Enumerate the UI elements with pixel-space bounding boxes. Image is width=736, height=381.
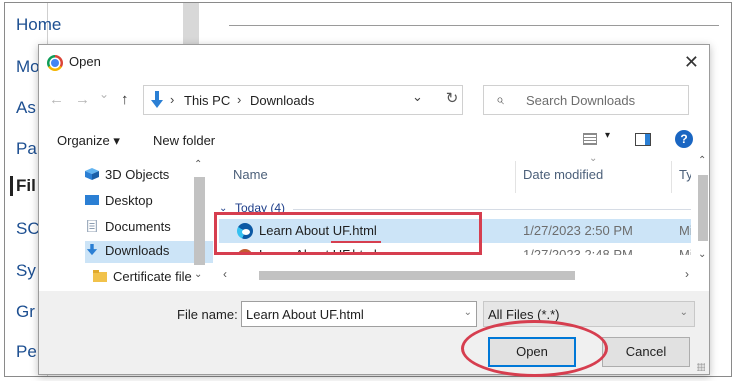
background-divider xyxy=(229,25,719,26)
forward-arrow-icon[interactable]: → xyxy=(75,91,90,108)
sidebar-item-label: 3D Objects xyxy=(105,167,170,182)
column-divider[interactable] xyxy=(671,161,672,193)
scroll-left-icon[interactable]: ‹ xyxy=(223,267,227,281)
dialog-footer: File name: Learn About UF.html ⌄ All Fil… xyxy=(39,291,709,374)
address-row: ← → ⌄ ↑ › This PC › Downloads ⌄ ↻ ⌕ Sear… xyxy=(39,83,709,117)
file-name-label: File name: xyxy=(177,307,238,322)
chevron-down-icon[interactable]: ⌄ xyxy=(680,307,688,318)
dialog-title: Open xyxy=(69,54,101,69)
address-bar[interactable]: › This PC › Downloads ⌄ xyxy=(143,85,463,115)
dialog-toolbar: Organize ▾ New folder ▾ ? xyxy=(39,127,709,155)
chevron-down-icon[interactable]: ⌄ xyxy=(464,307,472,318)
group-divider xyxy=(293,209,691,210)
change-view-icon[interactable] xyxy=(583,133,597,145)
breadcrumb-separator: › xyxy=(237,92,242,107)
bg-nav-item[interactable]: Pe xyxy=(16,342,40,362)
new-folder-button[interactable]: New folder xyxy=(153,133,215,148)
file-type: Mi xyxy=(679,247,691,255)
scroll-up-icon[interactable]: ⌃ xyxy=(194,159,202,170)
downloads-arrow-icon xyxy=(151,91,163,108)
file-date-modified: 1/27/2023 2:48 PM xyxy=(523,247,633,255)
resize-grip-icon[interactable] xyxy=(697,363,705,371)
view-options-chevron-icon[interactable]: ▾ xyxy=(605,130,610,141)
up-arrow-icon[interactable]: ↑ xyxy=(121,91,129,108)
bg-nav-item[interactable]: Gr xyxy=(16,302,40,322)
column-header-date-modified[interactable]: Date modified xyxy=(523,167,603,182)
bg-nav-item[interactable]: SC xyxy=(16,219,40,239)
close-icon[interactable]: ✕ xyxy=(684,52,699,73)
file-name-value: Learn About UF.html xyxy=(246,307,364,322)
sidebar-item-label: Certificate file xyxy=(113,269,192,284)
file-list-vertical-scrollbar[interactable]: ⌃ ⌄ xyxy=(695,153,710,267)
search-box[interactable]: ⌕ Search Downloads xyxy=(483,85,689,115)
bg-nav-home[interactable]: Home xyxy=(16,15,96,35)
scroll-up-icon[interactable]: ⌃ xyxy=(698,155,706,166)
scroll-down-icon[interactable]: ⌄ xyxy=(698,249,706,260)
column-divider[interactable] xyxy=(515,161,516,193)
documents-icon xyxy=(87,220,97,232)
organize-button[interactable]: Organize ▾ xyxy=(57,133,120,149)
breadcrumb-downloads[interactable]: Downloads xyxy=(250,93,314,108)
bg-nav-item[interactable]: Mo xyxy=(16,57,40,77)
sidebar-item-label: Documents xyxy=(105,219,171,234)
file-name-input[interactable]: Learn About UF.html ⌄ xyxy=(241,301,477,327)
back-arrow-icon[interactable]: ← xyxy=(49,91,64,108)
annotation-highlight-rectangle xyxy=(214,212,482,255)
annotation-underline xyxy=(331,241,381,243)
folder-icon xyxy=(93,270,107,282)
column-header-type[interactable]: Ty xyxy=(679,167,691,182)
scrollbar-thumb[interactable] xyxy=(698,175,708,241)
chrome-logo-icon xyxy=(47,55,63,71)
bg-nav-item-active[interactable]: Fil xyxy=(10,176,40,196)
navigation-pane-scrollbar[interactable]: ⌃ ⌄ xyxy=(191,159,208,285)
dialog-titlebar: Open ✕ xyxy=(39,45,709,79)
bg-nav-item[interactable]: Sy xyxy=(16,261,40,281)
search-placeholder: Search Downloads xyxy=(526,93,636,108)
search-icon: ⌕ xyxy=(496,91,504,107)
file-list-horizontal-scrollbar[interactable]: ‹ › xyxy=(219,267,695,283)
recent-locations-icon[interactable]: ⌄ xyxy=(99,87,109,101)
address-dropdown-icon[interactable]: ⌄ xyxy=(412,89,423,105)
scrollbar-thumb[interactable] xyxy=(259,271,575,280)
refresh-icon[interactable]: ↻ xyxy=(437,85,467,115)
sort-indicator-icon: ⌄ xyxy=(589,153,598,164)
downloads-icon xyxy=(86,244,98,256)
scroll-right-icon[interactable]: › xyxy=(685,267,689,281)
column-header-name[interactable]: Name xyxy=(233,167,268,182)
breadcrumb-this-pc[interactable]: This PC xyxy=(184,93,230,108)
scrollbar-thumb[interactable] xyxy=(194,177,205,265)
annotation-highlight-ellipse xyxy=(461,320,608,377)
bg-nav-item[interactable]: As xyxy=(16,98,40,118)
sidebar-item-label: Downloads xyxy=(105,243,170,258)
scroll-down-icon[interactable]: ⌄ xyxy=(194,269,202,280)
breadcrumb-separator: › xyxy=(170,92,175,107)
bg-nav-item[interactable]: Pa xyxy=(16,139,40,159)
sidebar-item-label: Desktop xyxy=(105,193,153,208)
open-file-dialog: Open ✕ ← → ⌄ ↑ › This PC › Downloads ⌄ ↻… xyxy=(38,44,710,375)
cancel-button[interactable]: Cancel xyxy=(602,337,690,367)
preview-pane-icon[interactable] xyxy=(635,133,651,146)
3d-objects-icon xyxy=(85,168,99,180)
file-type: Mi xyxy=(679,223,691,238)
file-date-modified: 1/27/2023 2:50 PM xyxy=(523,223,633,238)
help-icon[interactable]: ? xyxy=(675,130,693,148)
desktop-icon xyxy=(85,195,99,205)
